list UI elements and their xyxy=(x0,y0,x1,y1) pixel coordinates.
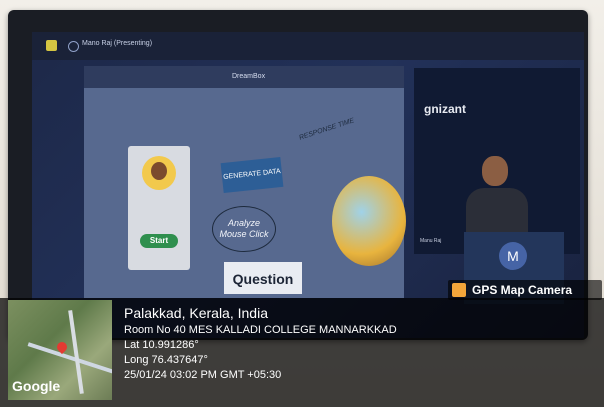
speaker-name-label: Manu Raj xyxy=(420,238,442,244)
map-road xyxy=(27,342,112,374)
response-time-label: RESPONSE TIME xyxy=(298,117,356,142)
analyze-line-1: Analyze xyxy=(227,218,260,228)
laptop-photo-circle xyxy=(332,176,406,266)
speaker-head xyxy=(482,156,508,186)
meeting-topbar: Mano Raj (Presenting) xyxy=(32,32,584,60)
gps-map-camera-label: GPS Map Camera xyxy=(472,283,573,297)
brand-text: gnizant xyxy=(424,102,466,116)
gps-camera-icon xyxy=(452,283,466,297)
presenting-indicator-icon xyxy=(68,41,79,52)
location-timestamp: 25/01/24 03:02 PM GMT +05:30 xyxy=(124,369,282,381)
generate-data-node: GENERATE DATA xyxy=(220,156,284,194)
analyze-line-2: Mouse Click xyxy=(219,229,269,239)
location-info: Palakkad, Kerala, India Room No 40 MES K… xyxy=(124,305,397,384)
app-icon xyxy=(46,40,57,51)
student-avatar xyxy=(142,156,176,190)
speaker-video-panel: gnizant Manu Raj xyxy=(414,68,580,254)
meeting-title: Mano Raj (Presenting) xyxy=(82,40,153,47)
question-node: Question xyxy=(224,262,302,294)
location-place: Palakkad, Kerala, India xyxy=(124,305,268,321)
shared-screen: DreamBox Start GENERATE DATA Analyze Mou… xyxy=(84,66,406,298)
map-road xyxy=(68,310,84,394)
map-thumbnail: Google xyxy=(8,300,112,400)
location-longitude: Long 76.437647° xyxy=(124,354,208,366)
start-button[interactable]: Start xyxy=(140,234,178,248)
participant-avatar: M xyxy=(499,242,527,270)
shared-screen-header: DreamBox xyxy=(84,66,404,88)
location-address: Room No 40 MES KALLADI COLLEGE MANNARKKA… xyxy=(124,324,397,336)
google-logo: Google xyxy=(12,378,61,394)
analyze-mouse-click-node: Analyze Mouse Click xyxy=(212,206,276,252)
gps-map-camera-badge: GPS Map Camera xyxy=(448,280,602,300)
student-card: Start xyxy=(128,146,190,270)
location-latitude: Lat 10.991286° xyxy=(124,339,199,351)
shared-screen-title: DreamBox xyxy=(232,73,266,80)
